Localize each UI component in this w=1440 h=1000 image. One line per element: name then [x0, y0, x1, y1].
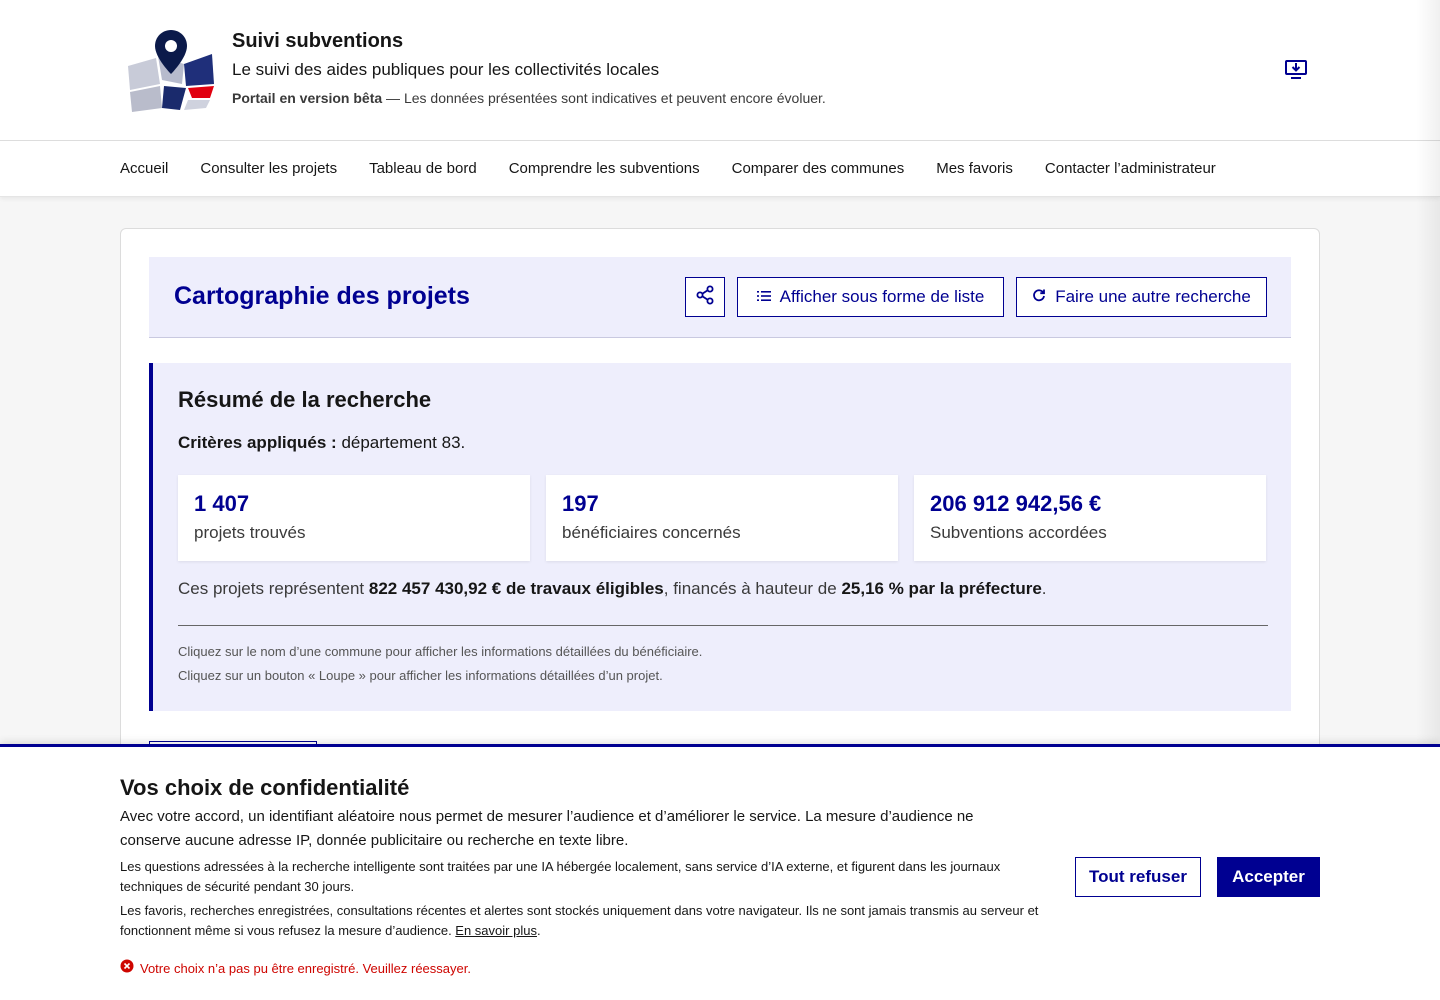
- nav-item-mes-favoris[interactable]: Mes favoris: [920, 141, 1029, 197]
- page-title-bar: Cartographie des projets Afficher sous f…: [149, 257, 1291, 338]
- accept-button[interactable]: Accepter: [1217, 857, 1320, 897]
- error-text: Votre choix n’a pas pu être enregistré. …: [140, 960, 471, 976]
- favorites-text: Les favoris, recherches enregistrées, co…: [120, 903, 1039, 938]
- stat-card-beneficiaries: 197 bénéficiaires concernés: [546, 475, 898, 561]
- summary-title: Résumé de la recherche: [178, 387, 432, 412]
- site-header: Suivi subventions Le suivi des aides pub…: [0, 0, 1440, 141]
- beta-text: — Les données présentées sont indicative…: [382, 90, 826, 106]
- learn-more-suffix: .: [536, 923, 541, 938]
- recap-middle: , financés à hauteur de: [663, 579, 842, 598]
- list-view-button[interactable]: Afficher sous forme de liste: [737, 277, 1004, 317]
- search-summary: Résumé de la recherche Critères appliqué…: [149, 363, 1291, 711]
- applied-criteria: Critères appliqués : département 83.: [178, 431, 465, 455]
- summary-divider: [178, 625, 1268, 626]
- consent-favorites-text: Les favoris, recherches enregistrées, co…: [120, 901, 1040, 941]
- stat-label: bénéficiaires concernés: [562, 523, 741, 542]
- help-loupe: Cliquez sur un bouton « Loupe » pour aff…: [178, 668, 663, 683]
- list-view-label: Afficher sous forme de liste: [779, 287, 985, 306]
- new-search-label: Faire une autre recherche: [1055, 287, 1251, 306]
- main-card: Cartographie des projets Afficher sous f…: [120, 228, 1320, 788]
- consent-title: Vos choix de confidentialité: [120, 775, 410, 800]
- consent-main-text: Avec votre accord, un identifiant aléato…: [120, 808, 974, 849]
- privacy-consent-banner: Vos choix de confidentialité Avec votre …: [0, 744, 1440, 1000]
- main-navigation: Accueil Consulter les projets Tableau de…: [0, 141, 1440, 197]
- nav-item-comparer-communes[interactable]: Comparer des communes: [716, 141, 921, 197]
- brand-block: Suivi subventions Le suivi des aides pub…: [232, 28, 826, 108]
- recap-works: 822 457 430,92 € de travaux éligibles: [368, 579, 664, 598]
- stat-value: 206 912 942,56 €: [930, 491, 1102, 516]
- funding-recap: Ces projets représentent 822 457 430,92 …: [178, 577, 1047, 601]
- criteria-label: Critères appliqués :: [178, 433, 337, 452]
- nav-item-consulter-projets[interactable]: Consulter les projets: [184, 141, 353, 197]
- refresh-icon: [1032, 287, 1046, 307]
- list-icon: [756, 287, 771, 307]
- stat-label: projets trouvés: [194, 523, 306, 542]
- page-title: Cartographie des projets: [174, 282, 470, 310]
- beta-notice: Portail en version bêta — Les données pr…: [232, 88, 826, 108]
- scroll-shadow: [1416, 0, 1440, 744]
- map-pin-logo-icon[interactable]: [122, 26, 216, 114]
- stat-label: Subventions accordées: [930, 523, 1107, 542]
- consent-error-message: Votre choix n’a pas pu être enregistré. …: [120, 959, 471, 978]
- site-tagline: Le suivi des aides publiques pour les co…: [232, 60, 660, 79]
- beta-label: Portail en version bêta: [232, 90, 383, 106]
- nav-item-comprendre-subventions[interactable]: Comprendre les subventions: [493, 141, 716, 197]
- download-computer-icon[interactable]: [1282, 56, 1310, 84]
- refuse-all-button[interactable]: Tout refuser: [1075, 857, 1201, 897]
- new-search-button[interactable]: Faire une autre recherche: [1016, 277, 1267, 317]
- nav-item-accueil[interactable]: Accueil: [104, 141, 184, 197]
- share-button[interactable]: [685, 277, 725, 317]
- site-title[interactable]: Suivi subventions: [232, 28, 826, 54]
- criteria-value: département 83.: [336, 433, 466, 452]
- nav-item-tableau-de-bord[interactable]: Tableau de bord: [353, 141, 493, 197]
- share-icon: [695, 285, 715, 310]
- nav-item-contacter-administrateur[interactable]: Contacter l’administrateur: [1029, 141, 1232, 197]
- recap-suffix: .: [1041, 579, 1047, 598]
- stat-card-projects: 1 407 projets trouvés: [178, 475, 530, 561]
- stat-card-subsidies: 206 912 942,56 € Subventions accordées: [914, 475, 1266, 561]
- stat-value: 197: [562, 491, 599, 516]
- error-circle-icon: [120, 959, 134, 978]
- stat-value: 1 407: [194, 491, 250, 516]
- recap-rate: 25,16 % par la préfecture: [841, 579, 1042, 598]
- help-commune: Cliquez sur le nom d’une commune pour af…: [178, 644, 703, 659]
- consent-ia-text: Les questions adressées à la recherche i…: [120, 859, 1001, 894]
- recap-prefix: Ces projets représentent: [178, 579, 369, 598]
- learn-more-link[interactable]: En savoir plus: [455, 923, 537, 938]
